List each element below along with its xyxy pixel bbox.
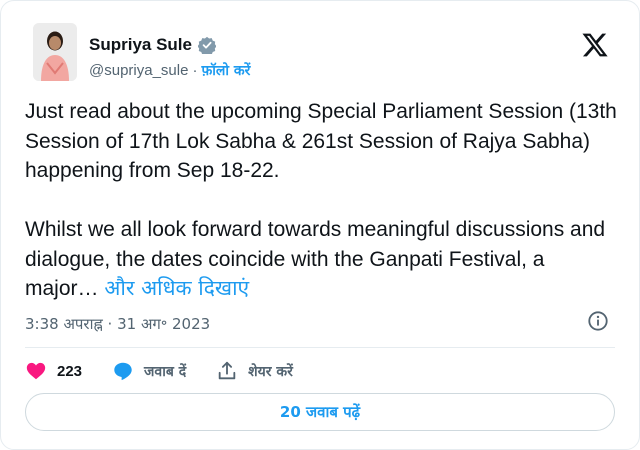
reply-bubble-icon (114, 362, 132, 381)
separator-dot: · (192, 62, 198, 79)
share-label: शेयर करें (248, 363, 293, 380)
like-count: 223 (57, 362, 83, 380)
info-icon[interactable] (587, 310, 609, 332)
tweet-text: Just read about the upcoming Special Par… (25, 100, 617, 300)
author-display-name[interactable]: Supriya Sule (89, 35, 192, 55)
x-logo-icon[interactable] (581, 31, 609, 59)
divider (25, 347, 615, 348)
author-name-row: Supriya Sule (89, 35, 216, 55)
show-more-link[interactable]: और अधिक दिखाएं (104, 276, 249, 300)
follow-button[interactable]: फ़ॉलो करें (201, 61, 250, 80)
tweet-card: Supriya Sule @supriya_sule · फ़ॉलो करें … (0, 0, 640, 450)
author-handle-row: @supriya_sule · फ़ॉलो करें (89, 61, 250, 80)
share-button[interactable]: शेयर करें (216, 360, 293, 382)
avatar[interactable] (33, 23, 77, 81)
heart-icon (26, 362, 46, 380)
author-handle[interactable]: @supriya_sule (89, 62, 188, 79)
like-button[interactable]: 223 (25, 360, 82, 382)
read-replies-button[interactable]: 20 जवाब पढ़ें (25, 393, 615, 431)
reply-label: जवाब दें (144, 363, 187, 380)
tweet-timestamp[interactable]: 3:38 अपराह्न · 31 अग॰ 2023 (25, 314, 210, 334)
action-bar: 223 जवाब दें शेयर करें (25, 357, 323, 385)
tweet-body: Just read about the upcoming Special Par… (25, 97, 621, 304)
verified-badge-icon (197, 36, 216, 54)
share-icon (218, 361, 236, 380)
reply-button[interactable]: जवाब दें (112, 360, 186, 382)
